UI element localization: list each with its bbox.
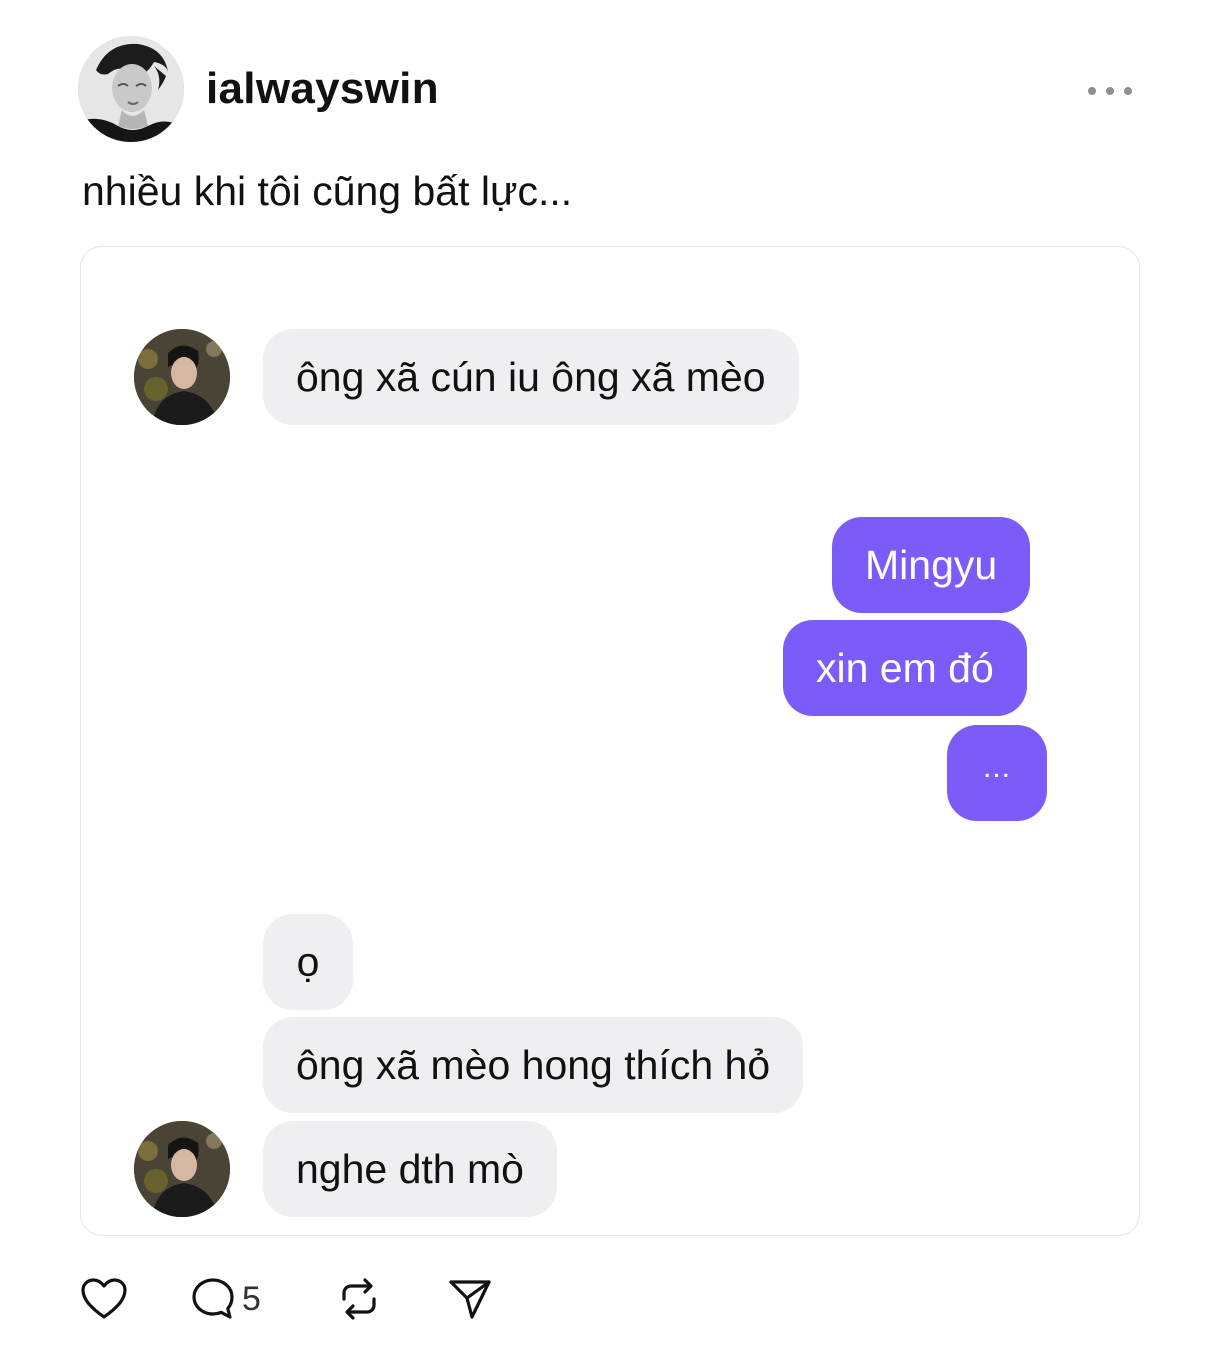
message-bubble-outgoing: Mingyu [832, 517, 1031, 613]
message-bubble-outgoing: xin em đó [783, 620, 1027, 716]
message-bubble-incoming: ông xã mèo hong thích hỏ [263, 1017, 804, 1113]
more-options-button[interactable] [1088, 78, 1132, 104]
post-caption: nhiều khi tôi cũng bất lực... [82, 168, 573, 214]
post-header: ialwayswin [78, 36, 439, 142]
avatar[interactable] [78, 36, 184, 142]
message-bubble-incoming: ọ [263, 914, 353, 1010]
contact-photo [134, 329, 230, 425]
comment-count: 5 [242, 1279, 261, 1318]
comment-bubble-icon [192, 1278, 234, 1319]
profile-photo [78, 36, 184, 142]
chat-avatar [134, 329, 230, 425]
send-icon [449, 1280, 491, 1319]
chat-avatar [134, 1121, 230, 1217]
attached-chat-screenshot[interactable]: ông xã cún iu ông xã mèo Mingyu xin em đ… [80, 246, 1140, 1236]
comment-button[interactable]: 5 [190, 1274, 261, 1324]
contact-photo [134, 1121, 230, 1217]
share-button[interactable] [448, 1274, 492, 1324]
message-bubble-incoming: nghe dth mò [263, 1121, 557, 1217]
heart-icon [81, 1278, 127, 1319]
more-dots-icon [1106, 87, 1114, 95]
message-bubble-outgoing: ... [947, 725, 1047, 821]
more-dots-icon [1088, 87, 1096, 95]
post-actions-bar: 5 [80, 1274, 540, 1324]
like-button[interactable] [80, 1274, 128, 1324]
repost-icon [342, 1278, 376, 1320]
username[interactable]: ialwayswin [206, 64, 439, 114]
message-bubble-incoming: ông xã cún iu ông xã mèo [263, 329, 799, 425]
more-dots-icon [1124, 87, 1132, 95]
repost-button[interactable] [336, 1274, 382, 1324]
